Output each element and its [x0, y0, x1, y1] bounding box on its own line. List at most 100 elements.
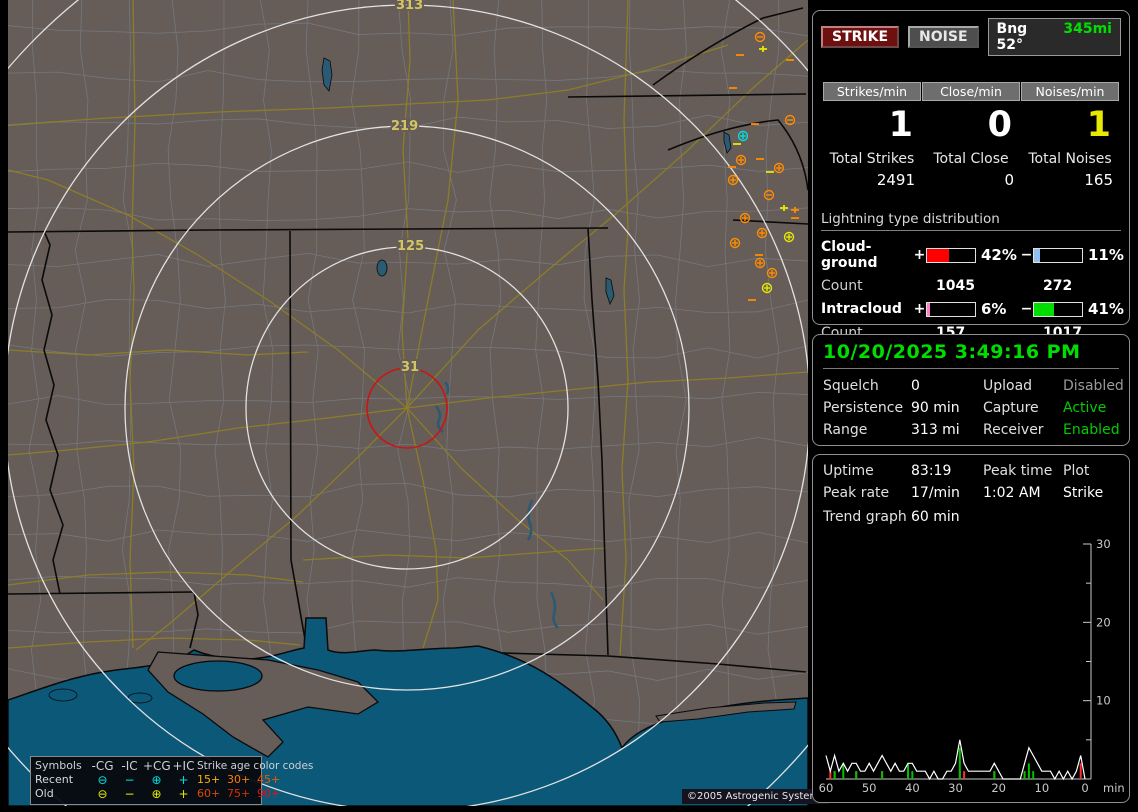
receiver-label: Receiver	[983, 422, 1063, 438]
svg-text:10: 10	[1096, 694, 1111, 708]
plus-sign: +	[913, 247, 926, 263]
total-close-value: 0	[922, 171, 1020, 189]
capture-label: Capture	[983, 400, 1063, 416]
date-time-display: 10/20/2025 3:49:16 PM	[823, 341, 1119, 363]
peak-time-label: Peak time	[983, 463, 1063, 479]
svg-text:30: 30	[1096, 537, 1111, 551]
noises-per-min-label: Noises/min	[1021, 82, 1119, 101]
close-counter-column: Close/min 0 Total Close 0	[922, 82, 1020, 189]
persistence-label: Persistence	[823, 400, 911, 416]
ic-negative-pct: 41%	[1083, 300, 1127, 318]
legend-col-neg-ic: -IC	[116, 759, 143, 773]
intracloud-label: Intracloud	[821, 301, 913, 317]
svg-text:125: 125	[397, 239, 424, 254]
capture-status: Active	[1063, 400, 1124, 416]
map-canvas[interactable]: 313 219 125 31	[8, 0, 808, 806]
squelch-label: Squelch	[823, 378, 911, 394]
old-neg-cg-icon: ⊖	[89, 787, 116, 801]
cg-negative-bar	[1033, 248, 1083, 263]
map-legend: Symbols -CG -IC +CG +IC Strike age color…	[30, 756, 262, 805]
distance-value: 345mi	[1063, 21, 1112, 53]
svg-text:0: 0	[1081, 781, 1088, 795]
cg-negative-pct: 11%	[1083, 246, 1127, 264]
svg-text:31: 31	[401, 360, 419, 375]
strike-map[interactable]: 313 219 125 31 Symbols -CG -IC +CG +IC Stri…	[8, 0, 808, 806]
count-label: Count	[821, 278, 913, 294]
divider	[823, 368, 1119, 369]
lightning-tracker-app: { "app": {"copyright": "©2005 Astrogenic…	[0, 0, 1138, 812]
bearing-distance-readout: Bng 52° 345mi	[988, 18, 1121, 56]
noises-per-min-value: 1	[1021, 105, 1119, 145]
old-pos-ic-icon: +	[170, 787, 197, 801]
strikes-per-min-label: Strikes/min	[823, 82, 921, 101]
plot-label: Plot	[1063, 463, 1119, 479]
svg-text:20: 20	[991, 781, 1006, 795]
svg-text:30: 30	[948, 781, 963, 795]
age-90: 90+	[257, 787, 287, 801]
ic-negative-bar	[1033, 302, 1083, 317]
total-noises-value: 165	[1021, 171, 1119, 189]
ic-positive-bar	[926, 302, 976, 317]
legend-col-pos-ic: +IC	[170, 759, 197, 773]
plot-mode-value: Strike	[1063, 485, 1119, 501]
strikes-per-min-value: 1	[823, 105, 921, 145]
svg-text:10: 10	[1035, 781, 1050, 795]
svg-text:219: 219	[391, 119, 418, 134]
receiver-status: Enabled	[1063, 422, 1124, 438]
range-value: 313 mi	[911, 422, 983, 438]
noise-toggle-button[interactable]: NOISE	[908, 26, 978, 48]
trend-panel: Uptime 83:19 Peak time Plot Peak rate 17…	[812, 454, 1130, 803]
recent-pos-ic-icon: +	[170, 773, 197, 787]
minus-sign: −	[1020, 301, 1033, 317]
minus-sign: −	[1020, 247, 1033, 263]
cloud-ground-label: Cloud-ground	[821, 239, 913, 271]
age-45: 45+	[257, 773, 287, 787]
age-30: 30+	[227, 773, 257, 787]
total-strikes-value: 2491	[823, 171, 921, 189]
legend-symbols-header: Symbols	[35, 759, 89, 773]
cg-positive-count: 1045	[913, 278, 1020, 294]
trend-window-value: 60 min	[911, 509, 983, 525]
legend-row-old-label: Old	[35, 787, 89, 801]
cg-positive-bar	[926, 248, 976, 263]
trend-graph-label: Trend graph	[823, 509, 911, 525]
svg-text:313: 313	[396, 0, 423, 13]
age-15: 15+	[197, 773, 227, 787]
noises-counter-column: Noises/min 1 Total Noises 165	[1021, 82, 1119, 189]
cloud-ground-count-row: Count 1045 272	[821, 278, 1121, 294]
upload-label: Upload	[983, 378, 1063, 394]
total-strikes-label: Total Strikes	[823, 151, 921, 167]
ic-positive-pct: 6%	[976, 300, 1020, 318]
copyright-notice: ©2005 Astrogenic Systems	[682, 789, 829, 804]
peak-time-value: 1:02 AM	[983, 485, 1063, 501]
total-noises-label: Total Noises	[1021, 151, 1119, 167]
recent-pos-cg-icon: ⊕	[143, 773, 170, 787]
range-label: Range	[823, 422, 911, 438]
total-close-label: Total Close	[922, 151, 1020, 167]
age-75: 75+	[227, 787, 257, 801]
legend-age-header: Strike age color codes	[197, 759, 287, 773]
plus-sign: +	[913, 301, 926, 317]
legend-col-pos-cg: +CG	[143, 759, 170, 773]
strike-toggle-button[interactable]: STRIKE	[821, 26, 899, 48]
close-per-min-label: Close/min	[922, 82, 1020, 101]
cloud-ground-row: Cloud-ground + 42% − 11%	[821, 239, 1121, 271]
svg-text:20: 20	[1096, 615, 1111, 629]
svg-text:min: min	[1103, 781, 1125, 795]
trend-graph-canvas: 10 20 30 60 50 40 30 20 10 0 min	[815, 531, 1129, 801]
uptime-value: 83:19	[911, 463, 983, 479]
cg-negative-count: 272	[1020, 278, 1127, 294]
old-pos-cg-icon: ⊕	[143, 787, 170, 801]
status-panel: 10/20/2025 3:49:16 PM Squelch 0 Upload D…	[812, 334, 1130, 446]
svg-text:60: 60	[819, 781, 834, 795]
cg-positive-pct: 42%	[976, 246, 1020, 264]
peak-rate-value: 17/min	[911, 485, 983, 501]
strike-counter-panel: STRIKE NOISE Bng 52° 345mi Strikes/min 1…	[812, 10, 1130, 325]
distribution-title: Lightning type distribution	[821, 211, 1121, 231]
trend-graph: 10 20 30 60 50 40 30 20 10 0 min	[815, 531, 1129, 801]
svg-text:40: 40	[905, 781, 920, 795]
age-60: 60+	[197, 787, 227, 801]
peak-rate-label: Peak rate	[823, 485, 911, 501]
svg-text:50: 50	[862, 781, 877, 795]
old-neg-ic-icon: −	[116, 787, 143, 801]
